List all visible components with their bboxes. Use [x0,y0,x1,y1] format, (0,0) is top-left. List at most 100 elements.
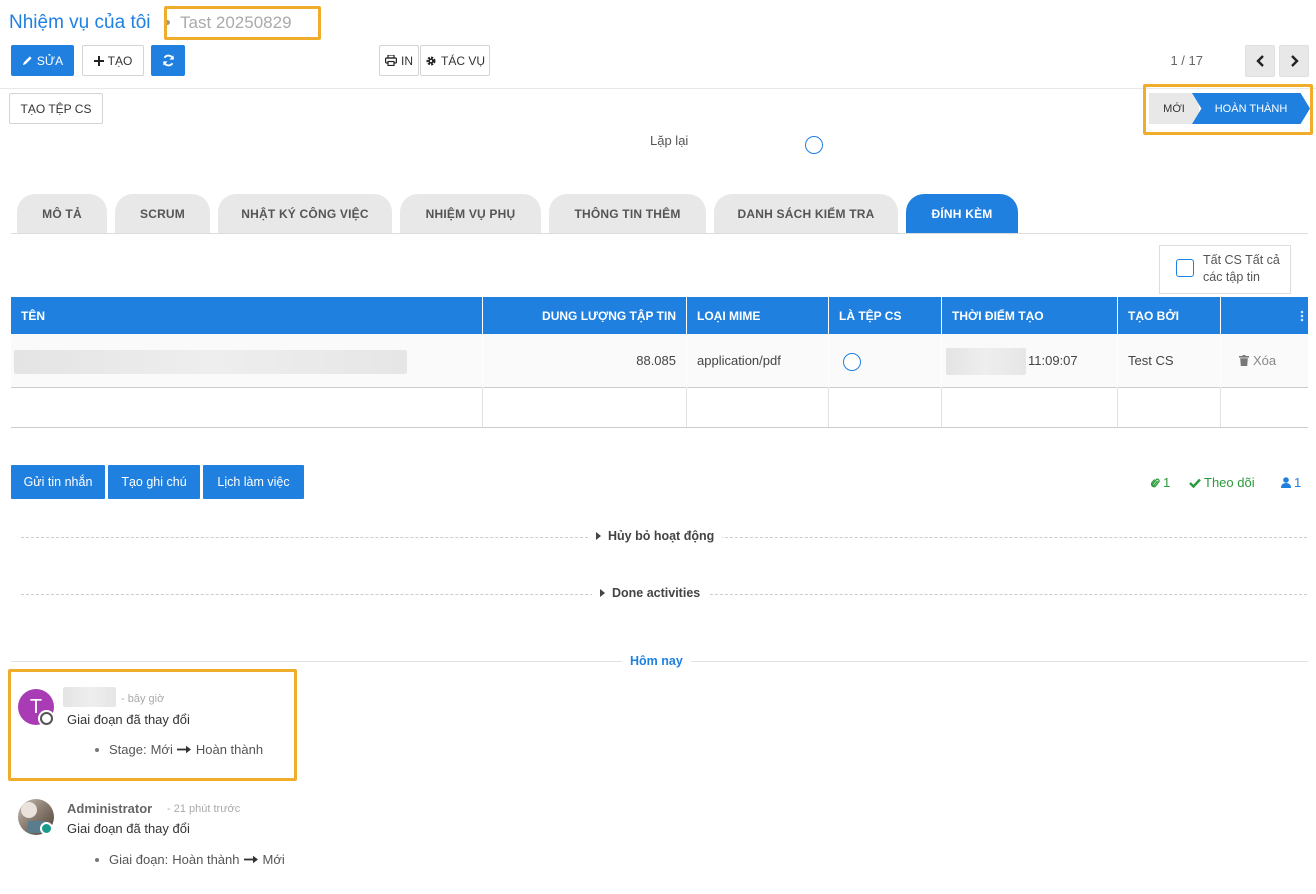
follow-button[interactable]: Theo dõi [1189,475,1255,490]
column-name[interactable]: TÊN [11,297,482,334]
bullet-icon [95,747,99,752]
tab-extra-info[interactable]: THÔNG TIN THÊM [549,194,706,233]
followers-count-value: 1 [1294,475,1302,490]
refresh-button[interactable] [151,45,185,76]
delete-button[interactable]: Xóa [1221,334,1308,388]
log-note-button[interactable]: Tạo ghi chú [108,465,200,499]
tab-description[interactable]: MÔ TẢ [17,194,107,233]
is-cs-file-radio[interactable] [843,353,861,371]
message-body: Giai đoạn đã thay đổi [67,821,190,836]
column-divider [482,388,483,428]
create-button[interactable]: TẠO [82,45,144,76]
action-label: TÁC VỤ [440,53,485,68]
chevron-right-icon [1290,55,1299,67]
tab-work-log[interactable]: NHẬT KÝ CÔNG VIỆC [218,194,392,233]
redacted-date [946,348,1026,375]
user-icon [1281,477,1291,488]
bullet-icon [95,857,99,862]
edit-label: SỬA [36,53,64,68]
toolbar-divider [0,88,1316,89]
gear-icon [425,55,437,67]
pager-value[interactable]: 1 / 17 [1170,53,1203,68]
follow-label: Theo dõi [1204,475,1255,490]
message-body: Giai đoạn đã thay đổi [67,712,190,727]
followers-count[interactable]: 1 [1281,475,1301,490]
tab-attachments[interactable]: ĐÍNH KÈM [906,194,1018,233]
column-options[interactable] [1221,297,1308,334]
previous-button[interactable] [1245,45,1275,77]
print-label: IN [401,53,413,68]
tab-subtasks[interactable]: NHIỆM VỤ PHỤ [400,194,541,233]
schedule-activity-button[interactable]: Lịch làm việc [203,465,304,499]
column-divider [1220,388,1221,428]
column-is-cs-file[interactable]: LÀ TỆP CS [829,297,941,334]
trash-icon [1239,355,1249,366]
column-created-by[interactable]: TẠO BỞI [1118,297,1220,334]
action-button[interactable]: TÁC VỤ [420,45,490,76]
printer-icon [385,55,397,66]
done-activities-toggle[interactable]: Done activities [592,586,709,600]
kebab-icon [1300,309,1304,323]
refresh-icon [162,54,175,67]
tracking-value: Giai đoạn: Hoàn thành Mới [95,852,285,867]
delete-label: Xóa [1253,353,1277,368]
cancelled-activities-toggle[interactable]: Hủy bỏ hoạt động [588,529,723,543]
repeat-radio[interactable] [805,136,823,154]
create-label: TẠO [107,53,133,68]
column-divider [828,388,829,428]
column-created-time[interactable]: THỜI ĐIỂM TẠO [942,297,1117,334]
column-mime-type[interactable]: LOẠI MIME [687,297,828,334]
arrow-right-icon [176,745,192,754]
attachments-count[interactable]: 1 [1151,475,1170,490]
cell-file-size: 88.085 [483,334,686,388]
all-cs-files-label: Tất CS Tất cả các tập tin [1203,253,1280,284]
repeat-label: Lặp lại [650,133,689,148]
tracking-value: Stage: Mới Hoàn thành [95,742,263,757]
tab-checklist[interactable]: DANH SÁCH KIỂM TRA [714,194,898,233]
tab-scrum[interactable]: SCRUM [115,194,210,233]
today-label: Hôm nay [622,654,691,668]
tracking-field: Stage: [109,742,147,757]
check-icon [1189,478,1201,488]
send-message-button[interactable]: Gửi tin nhắn [11,465,105,499]
message-time: - bây giờ [121,693,165,705]
tab-divider [11,233,1308,234]
tracking-to: Mới [262,852,285,867]
redacted-file-name [14,350,407,374]
message-author[interactable]: Administrator [67,801,152,816]
column-divider [1117,388,1118,428]
message-time: - 21 phút trước [167,803,241,815]
breadcrumb-current: Tast 20250829 [180,13,292,32]
cancelled-activities-label: Hủy bỏ hoạt động [608,529,715,543]
print-button[interactable]: IN [379,45,419,76]
table-bottom-border [11,427,1308,428]
arrow-right-icon [243,855,259,864]
cell-created-by: Test CS [1118,334,1220,388]
edit-button[interactable]: SỬA [11,45,74,76]
caret-right-icon [600,589,605,597]
all-cs-files-checkbox[interactable] [1176,259,1194,277]
tracking-field: Giai đoạn: [109,852,169,867]
create-cs-file-button[interactable]: TẠO TỆP CS [9,93,103,124]
redacted-author [63,687,116,707]
cell-is-cs-file [829,334,941,388]
attachments-count-value: 1 [1163,475,1171,490]
pencil-icon [22,55,33,66]
online-status-icon [40,822,53,835]
created-time-value: 11:09:07 [1028,353,1078,368]
column-divider [686,388,687,428]
tracking-from: Mới [150,742,173,757]
done-activities-label: Done activities [612,586,701,600]
column-file-size[interactable]: DUNG LƯỢNG TẬP TIN [483,297,686,334]
tracking-to: Hoàn thành [195,742,264,757]
cell-created-time: 11:09:07 [942,334,1117,388]
cell-name[interactable] [11,334,482,388]
breadcrumb-parent[interactable]: Nhiệm vụ của tôi [9,12,151,34]
stage-new[interactable]: MỚI [1149,93,1199,124]
stage-done[interactable]: HOÀN THÀNH [1192,93,1310,124]
column-divider [941,388,942,428]
caret-right-icon [596,532,601,540]
next-button[interactable] [1279,45,1309,77]
paperclip-icon [1151,477,1160,489]
chevron-left-icon [1255,55,1265,67]
